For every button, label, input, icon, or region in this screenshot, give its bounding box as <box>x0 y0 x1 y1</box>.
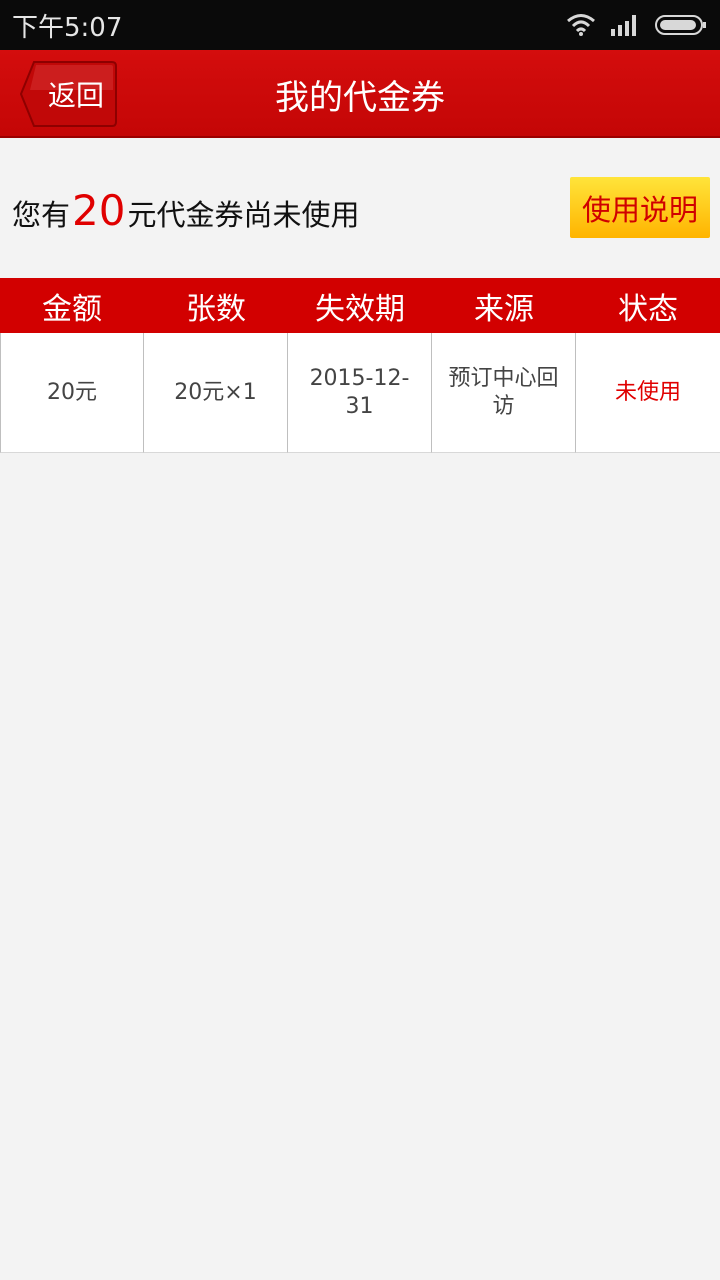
status-time: 下午5:07 <box>12 12 123 43</box>
column-header-source: 来源 <box>474 291 534 327</box>
back-button-label: 返回 <box>47 79 104 112</box>
column-header-amount: 金额 <box>42 291 102 327</box>
cell-source: 预订中心回访 <box>432 333 576 453</box>
cell-status: 未使用 <box>576 333 720 453</box>
table-row[interactable]: 20元 20元×1 2015-12-31 预订中心回访 未使用 <box>0 333 720 453</box>
table-header: 金额 张数 失效期 来源 状态 <box>0 278 720 333</box>
usage-help-button[interactable]: 使用说明 <box>570 177 710 238</box>
wifi-icon <box>566 13 596 37</box>
status-bar: 下午5:07 <box>0 0 720 50</box>
column-header-count: 张数 <box>186 291 246 327</box>
summary-amount: 20 <box>72 186 126 235</box>
summary-prefix: 您有 <box>12 198 71 232</box>
summary-suffix: 元代金券尚未使用 <box>127 198 360 232</box>
battery-icon <box>654 13 708 37</box>
coupon-summary: 您有 20 元代金券尚未使用 <box>12 186 359 235</box>
back-button[interactable]: 返回 <box>20 60 118 128</box>
signal-icon <box>610 13 640 37</box>
cell-amount: 20元 <box>0 333 144 453</box>
status-icons <box>566 13 708 37</box>
column-header-status: 状态 <box>618 291 678 327</box>
title-bar: 返回 我的代金券 <box>0 50 720 138</box>
cell-count: 20元×1 <box>144 333 288 453</box>
coupon-table: 金额 张数 失效期 来源 状态 20元 20元×1 2015-12-31 预订中… <box>0 278 720 453</box>
column-header-expiry: 失效期 <box>315 291 405 327</box>
cell-expiry: 2015-12-31 <box>288 333 432 453</box>
